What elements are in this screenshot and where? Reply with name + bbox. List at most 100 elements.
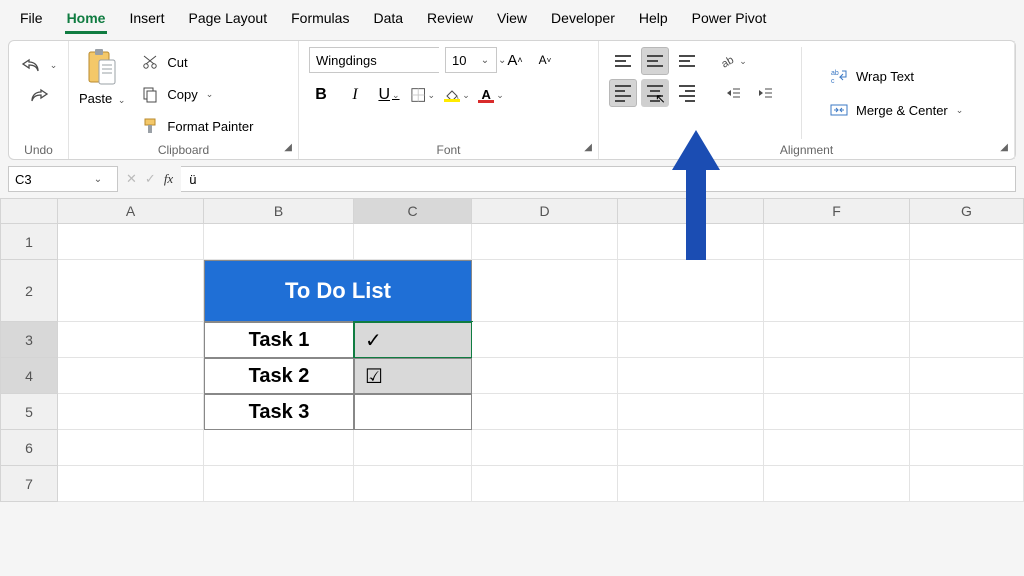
cell[interactable] <box>204 224 354 260</box>
menu-home[interactable]: Home <box>55 4 118 32</box>
cell[interactable] <box>618 358 764 394</box>
formula-input[interactable] <box>181 166 1016 192</box>
fx-icon[interactable]: fx <box>164 171 173 187</box>
col-header-c[interactable]: C <box>354 198 472 224</box>
cell[interactable] <box>618 466 764 502</box>
cell-check[interactable]: ✓ <box>354 322 472 358</box>
chevron-down-icon[interactable]: ⌄ <box>476 55 494 66</box>
col-header-f[interactable]: F <box>764 198 910 224</box>
todo-header-cell[interactable]: To Do List <box>204 260 472 322</box>
cell[interactable] <box>910 358 1024 394</box>
cell[interactable] <box>58 430 204 466</box>
cell[interactable] <box>204 430 354 466</box>
col-header-b[interactable]: B <box>204 198 354 224</box>
orientation-button[interactable]: ab⌄ <box>719 47 747 75</box>
cell[interactable] <box>910 224 1024 260</box>
align-top-button[interactable] <box>609 47 637 75</box>
cell[interactable] <box>764 430 910 466</box>
cell[interactable] <box>618 430 764 466</box>
decrease-font-button[interactable]: A˅ <box>533 48 557 72</box>
cell[interactable] <box>58 322 204 358</box>
row-header-7[interactable]: 7 <box>0 466 58 502</box>
cell[interactable] <box>472 260 618 322</box>
cell[interactable] <box>472 322 618 358</box>
cut-button[interactable]: Cut <box>135 49 257 75</box>
cell[interactable] <box>910 466 1024 502</box>
increase-indent-button[interactable] <box>751 79 779 107</box>
paste-icon[interactable] <box>83 47 121 89</box>
cell[interactable] <box>618 260 764 322</box>
cell[interactable] <box>618 322 764 358</box>
cell[interactable] <box>472 358 618 394</box>
align-center-button[interactable]: ↖ <box>641 79 669 107</box>
cell[interactable] <box>354 466 472 502</box>
cell-check[interactable]: ☑ <box>354 358 472 394</box>
align-bottom-button[interactable] <box>673 47 701 75</box>
merge-center-button[interactable]: Merge & Center⌄ <box>824 97 967 123</box>
menu-power-pivot[interactable]: Power Pivot <box>680 4 779 32</box>
undo-button[interactable]: ⌄ <box>16 55 62 75</box>
menu-view[interactable]: View <box>485 4 539 32</box>
cell[interactable] <box>58 358 204 394</box>
row-header-5[interactable]: 5 <box>0 394 58 430</box>
cell-check[interactable] <box>354 394 472 430</box>
cell[interactable] <box>910 394 1024 430</box>
align-middle-button[interactable] <box>641 47 669 75</box>
font-size-input[interactable] <box>446 48 476 72</box>
menu-developer[interactable]: Developer <box>539 4 627 32</box>
cell[interactable] <box>472 466 618 502</box>
row-header-2[interactable]: 2 <box>0 260 58 322</box>
font-launcher-icon[interactable]: ◢ <box>584 142 592 153</box>
cancel-icon[interactable]: ✕ <box>126 171 137 187</box>
font-color-button[interactable]: A⌄ <box>479 83 503 107</box>
cell[interactable] <box>764 358 910 394</box>
clipboard-launcher-icon[interactable]: ◢ <box>284 142 292 153</box>
redo-button[interactable] <box>24 85 54 105</box>
decrease-indent-button[interactable] <box>719 79 747 107</box>
cell-task[interactable]: Task 2 <box>204 358 354 394</box>
format-painter-button[interactable]: Format Painter <box>135 113 257 139</box>
cell[interactable] <box>910 322 1024 358</box>
cell[interactable] <box>910 430 1024 466</box>
cell[interactable] <box>618 224 764 260</box>
menu-formulas[interactable]: Formulas <box>279 4 361 32</box>
col-header-g[interactable]: G <box>910 198 1024 224</box>
select-all-corner[interactable] <box>0 198 58 224</box>
cell[interactable] <box>472 394 618 430</box>
menu-insert[interactable]: Insert <box>117 4 176 32</box>
col-header-e[interactable]: E <box>618 198 764 224</box>
cell[interactable] <box>910 260 1024 322</box>
fill-color-button[interactable]: ⌄ <box>445 83 469 107</box>
col-header-d[interactable]: D <box>472 198 618 224</box>
row-header-6[interactable]: 6 <box>0 430 58 466</box>
align-left-button[interactable] <box>609 79 637 107</box>
align-right-button[interactable] <box>673 79 701 107</box>
cell[interactable] <box>764 394 910 430</box>
chevron-down-icon[interactable]: ⌄ <box>89 174 107 185</box>
cell-task[interactable]: Task 3 <box>204 394 354 430</box>
cell-task[interactable]: Task 1 <box>204 322 354 358</box>
cell[interactable] <box>472 430 618 466</box>
cell[interactable] <box>764 260 910 322</box>
copy-button[interactable]: Copy⌄ <box>135 81 257 107</box>
row-header-1[interactable]: 1 <box>0 224 58 260</box>
menu-data[interactable]: Data <box>361 4 415 32</box>
cell[interactable] <box>58 394 204 430</box>
menu-page-layout[interactable]: Page Layout <box>176 4 279 32</box>
name-box-input[interactable] <box>9 172 89 187</box>
cell[interactable] <box>204 466 354 502</box>
enter-icon[interactable]: ✓ <box>145 171 156 187</box>
italic-button[interactable]: I <box>343 83 367 107</box>
cell[interactable] <box>764 224 910 260</box>
cell[interactable] <box>354 430 472 466</box>
borders-button[interactable]: ⌄ <box>411 83 435 107</box>
cell[interactable] <box>618 394 764 430</box>
menu-help[interactable]: Help <box>627 4 680 32</box>
font-name-combo[interactable]: ⌄ <box>309 47 439 73</box>
paste-label[interactable]: Paste ⌄ <box>79 91 125 106</box>
cell[interactable] <box>354 224 472 260</box>
row-header-3[interactable]: 3 <box>0 322 58 358</box>
wrap-text-button[interactable]: abc Wrap Text <box>824 63 967 89</box>
name-box[interactable]: ⌄ <box>8 166 118 192</box>
row-header-4[interactable]: 4 <box>0 358 58 394</box>
